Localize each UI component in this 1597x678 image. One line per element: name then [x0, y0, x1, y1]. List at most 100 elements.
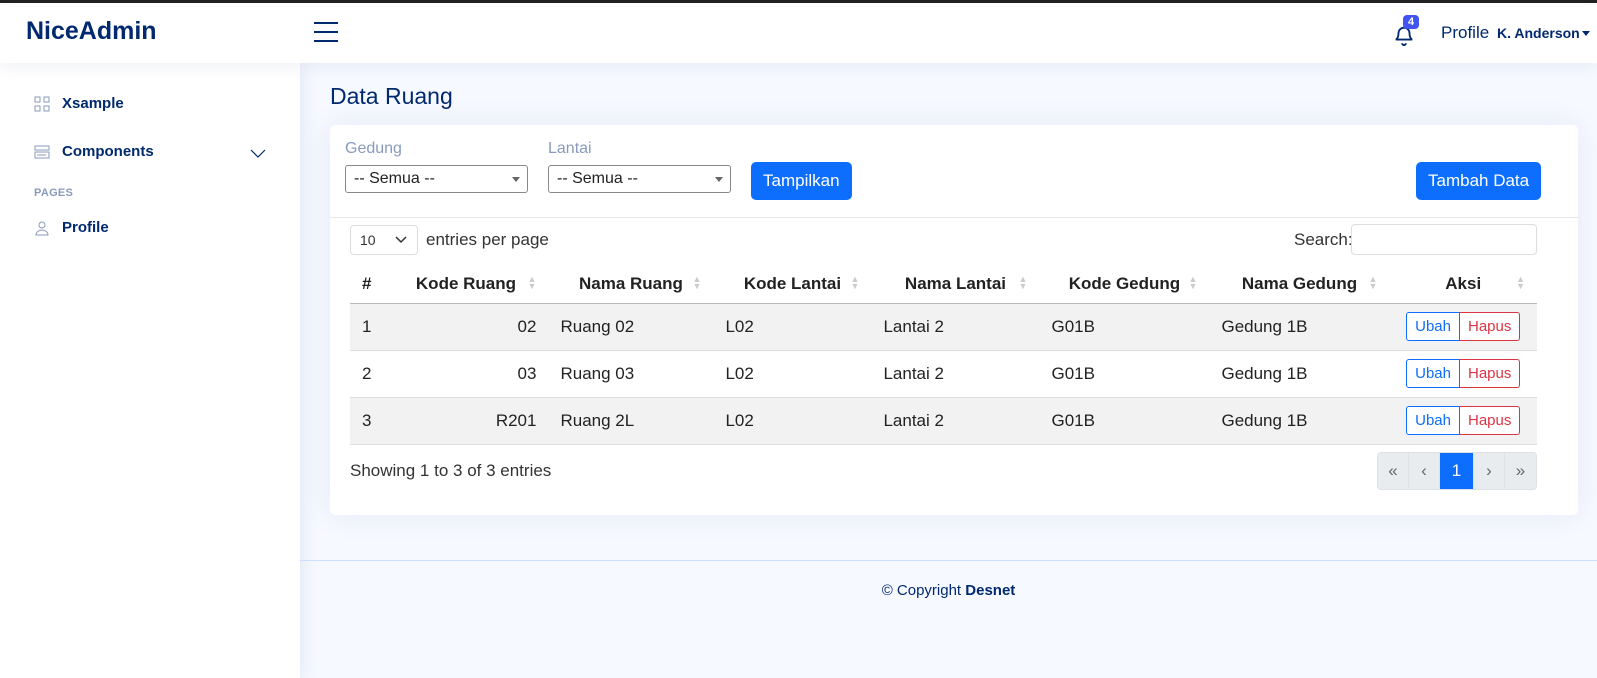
sidebar-item-label: Components	[62, 143, 154, 160]
sort-icon: ▲ ▼	[1516, 274, 1525, 291]
edit-button[interactable]: Ubah	[1406, 406, 1460, 435]
edit-button[interactable]: Ubah	[1406, 312, 1460, 341]
pagination-page-1[interactable]: 1	[1440, 453, 1474, 489]
sort-icon: ▲ ▼	[1018, 274, 1028, 291]
sidebar-item-xsample[interactable]: Xsample	[34, 95, 124, 112]
cell-no: 2	[350, 350, 384, 398]
cell-nama-lantai: Lantai 2	[871, 303, 1040, 351]
dropdown-arrow-icon	[715, 177, 723, 182]
gedung-label: Gedung	[345, 140, 402, 157]
cell-kode-gedung: G01B	[1039, 397, 1210, 445]
search-label: Search:	[1294, 230, 1353, 249]
cell-no: 1	[350, 303, 384, 351]
pagination-prev-button[interactable]: ‹	[1409, 453, 1440, 489]
sidebar-section-heading: PAGES	[34, 187, 74, 199]
cell-nama-ruang: Ruang 2L	[548, 397, 714, 445]
delete-button[interactable]: Hapus	[1459, 312, 1521, 341]
cell-nama-ruang: Ruang 03	[548, 350, 714, 398]
cell-nama-gedung: Gedung 1B	[1209, 350, 1390, 398]
app-logo[interactable]: NiceAdmin	[26, 17, 157, 46]
pagination-last-button[interactable]: »	[1505, 453, 1536, 489]
person-icon	[35, 221, 49, 235]
pagination-next-button[interactable]: ›	[1474, 453, 1505, 489]
sidebar-item-label: Xsample	[62, 95, 124, 112]
search-input[interactable]	[1351, 224, 1537, 255]
cell-nama-ruang: Ruang 02	[548, 303, 714, 351]
column-header[interactable]: Nama Ruang ▲ ▼	[548, 265, 714, 304]
main-content: Data Ruang Gedung -- Semua -- Lantai -- …	[300, 63, 1597, 678]
column-header[interactable]: Kode Lantai ▲ ▼	[713, 265, 872, 304]
cell-nama-lantai: Lantai 2	[871, 350, 1040, 398]
pagination-first-button[interactable]: «	[1378, 453, 1409, 489]
data-table: # Kode Ruang ▲ ▼ Nama Ruang ▲ ▼ Kode Lantai ▲…	[350, 265, 1537, 445]
delete-button[interactable]: Hapus	[1459, 359, 1521, 388]
add-data-button[interactable]: Tambah Data	[1416, 162, 1542, 200]
cell-actions: Ubah Hapus	[1389, 303, 1537, 351]
page-title: Data Ruang	[330, 83, 453, 109]
show-button[interactable]: Tampilkan	[751, 162, 852, 200]
pagination: « ‹ 1 › »	[1377, 452, 1537, 490]
cell-kode-lantai: L02	[713, 350, 872, 398]
sidebar-item-label: Profile	[62, 219, 109, 236]
lantai-select-value: -- Semua --	[557, 170, 638, 187]
column-header[interactable]: #	[350, 265, 384, 304]
sidebar-item-profile[interactable]: Profile	[34, 219, 109, 236]
footer: © Copyright Desnet	[300, 582, 1597, 599]
gedung-select[interactable]: -- Semua --	[345, 165, 528, 193]
cell-no: 3	[350, 397, 384, 445]
lantai-label: Lantai	[548, 140, 592, 157]
sort-icon: ▲ ▼	[692, 274, 702, 291]
cell-nama-gedung: Gedung 1B	[1209, 397, 1390, 445]
chevron-down-icon[interactable]	[1582, 31, 1590, 36]
column-header[interactable]: Nama Gedung ▲ ▼	[1209, 265, 1390, 304]
column-header[interactable]: Kode Ruang ▲ ▼	[383, 265, 549, 304]
per-page-value: 10	[360, 232, 376, 248]
table-summary: Showing 1 to 3 of 3 entries	[350, 461, 552, 480]
table-header-row: # Kode Ruang ▲ ▼ Nama Ruang ▲ ▼ Kode Lantai ▲…	[350, 265, 1537, 304]
table-row: 3 R201 Ruang 2L L02 Lantai 2 G01B Gedung…	[350, 397, 1537, 445]
entries-per-page-select[interactable]: 10	[350, 225, 418, 255]
profile-label[interactable]: Profile	[1441, 23, 1489, 43]
cell-kode-ruang: 03	[383, 350, 549, 398]
table-row: 1 02 Ruang 02 L02 Lantai 2 G01B Gedung 1…	[350, 303, 1537, 351]
sidebar: Xsample Components PAGES Profile	[0, 63, 300, 678]
edit-button[interactable]: Ubah	[1406, 359, 1460, 388]
data-card: Gedung -- Semua -- Lantai -- Semua -- Ta…	[330, 125, 1578, 515]
cell-kode-gedung: G01B	[1039, 303, 1210, 351]
lantai-select[interactable]: -- Semua --	[548, 165, 731, 193]
copyright-text: © Copyright	[881, 582, 962, 599]
divider	[330, 217, 1578, 218]
chevron-down-icon	[395, 236, 407, 244]
sidebar-toggle-icon[interactable]	[314, 22, 338, 44]
sort-icon: ▲ ▼	[1188, 274, 1198, 291]
top-header: NiceAdmin 4 Profile K. Anderson	[0, 3, 1597, 63]
gedung-select-value: -- Semua --	[354, 170, 435, 187]
sort-icon: ▲ ▼	[527, 274, 537, 291]
cell-kode-ruang: 02	[383, 303, 549, 351]
cell-kode-gedung: G01B	[1039, 350, 1210, 398]
sort-icon: ▲ ▼	[1368, 274, 1378, 291]
sort-icon: ▲ ▼	[850, 274, 860, 291]
notification-badge: 4	[1403, 15, 1420, 29]
cell-actions: Ubah Hapus	[1389, 350, 1537, 398]
per-page-label: entries per page	[426, 230, 549, 249]
table-row: 2 03 Ruang 03 L02 Lantai 2 G01B Gedung 1…	[350, 350, 1537, 398]
cell-kode-ruang: R201	[383, 397, 549, 445]
dropdown-arrow-icon	[512, 177, 520, 182]
cell-kode-lantai: L02	[713, 303, 872, 351]
column-header[interactable]: Nama Lantai ▲ ▼	[871, 265, 1040, 304]
footer-brand: Desnet	[965, 582, 1016, 599]
cell-kode-lantai: L02	[713, 397, 872, 445]
grid-icon	[34, 96, 50, 111]
sidebar-item-components[interactable]: Components	[34, 143, 154, 160]
column-header[interactable]: Aksi ▲ ▼	[1389, 265, 1537, 304]
menu-button-icon	[34, 145, 50, 158]
cell-actions: Ubah Hapus	[1389, 397, 1537, 445]
cell-nama-lantai: Lantai 2	[871, 397, 1040, 445]
profile-name[interactable]: K. Anderson	[1497, 25, 1580, 41]
cell-nama-gedung: Gedung 1B	[1209, 303, 1390, 351]
footer-divider	[300, 560, 1597, 561]
column-header[interactable]: Kode Gedung ▲ ▼	[1039, 265, 1210, 304]
chevron-down-icon[interactable]	[250, 149, 266, 159]
delete-button[interactable]: Hapus	[1459, 406, 1521, 435]
